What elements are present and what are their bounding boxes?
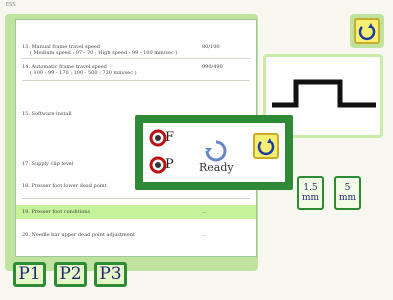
step-1.5mm-button[interactable]: 1.5 mm <box>297 176 324 210</box>
step-5mm-button[interactable]: 5 mm <box>334 176 361 210</box>
divider <box>22 80 250 81</box>
list-item[interactable]: 14. Automatic frame travel speed 990/490… <box>16 64 256 78</box>
divider <box>22 58 250 59</box>
list-item[interactable]: 20. Needle bar upper dead point adjustme… <box>16 232 256 242</box>
page-button-p2[interactable]: P2 <box>54 262 87 287</box>
page-button-p1[interactable]: P1 <box>13 262 46 287</box>
window-title: ESS <box>6 2 16 8</box>
divider <box>22 198 250 199</box>
ready-dialog-body: F P Ready <box>143 123 285 182</box>
reset-button[interactable] <box>350 14 384 48</box>
rotate-icon <box>354 18 380 44</box>
rotate-icon <box>257 138 275 156</box>
list-item-selected[interactable]: 19. Presser foot conditions ... <box>16 205 256 219</box>
thread-on-icon: P <box>149 154 177 176</box>
list-item[interactable]: 13. Manual frame travel speed 80/100 ( M… <box>16 44 256 58</box>
status-label: Ready <box>199 161 234 174</box>
dialog-reset-button[interactable] <box>253 133 279 159</box>
thread-off-icon: F <box>149 127 177 149</box>
loading-icon <box>203 139 229 163</box>
page-button-p3[interactable]: P3 <box>94 262 127 287</box>
